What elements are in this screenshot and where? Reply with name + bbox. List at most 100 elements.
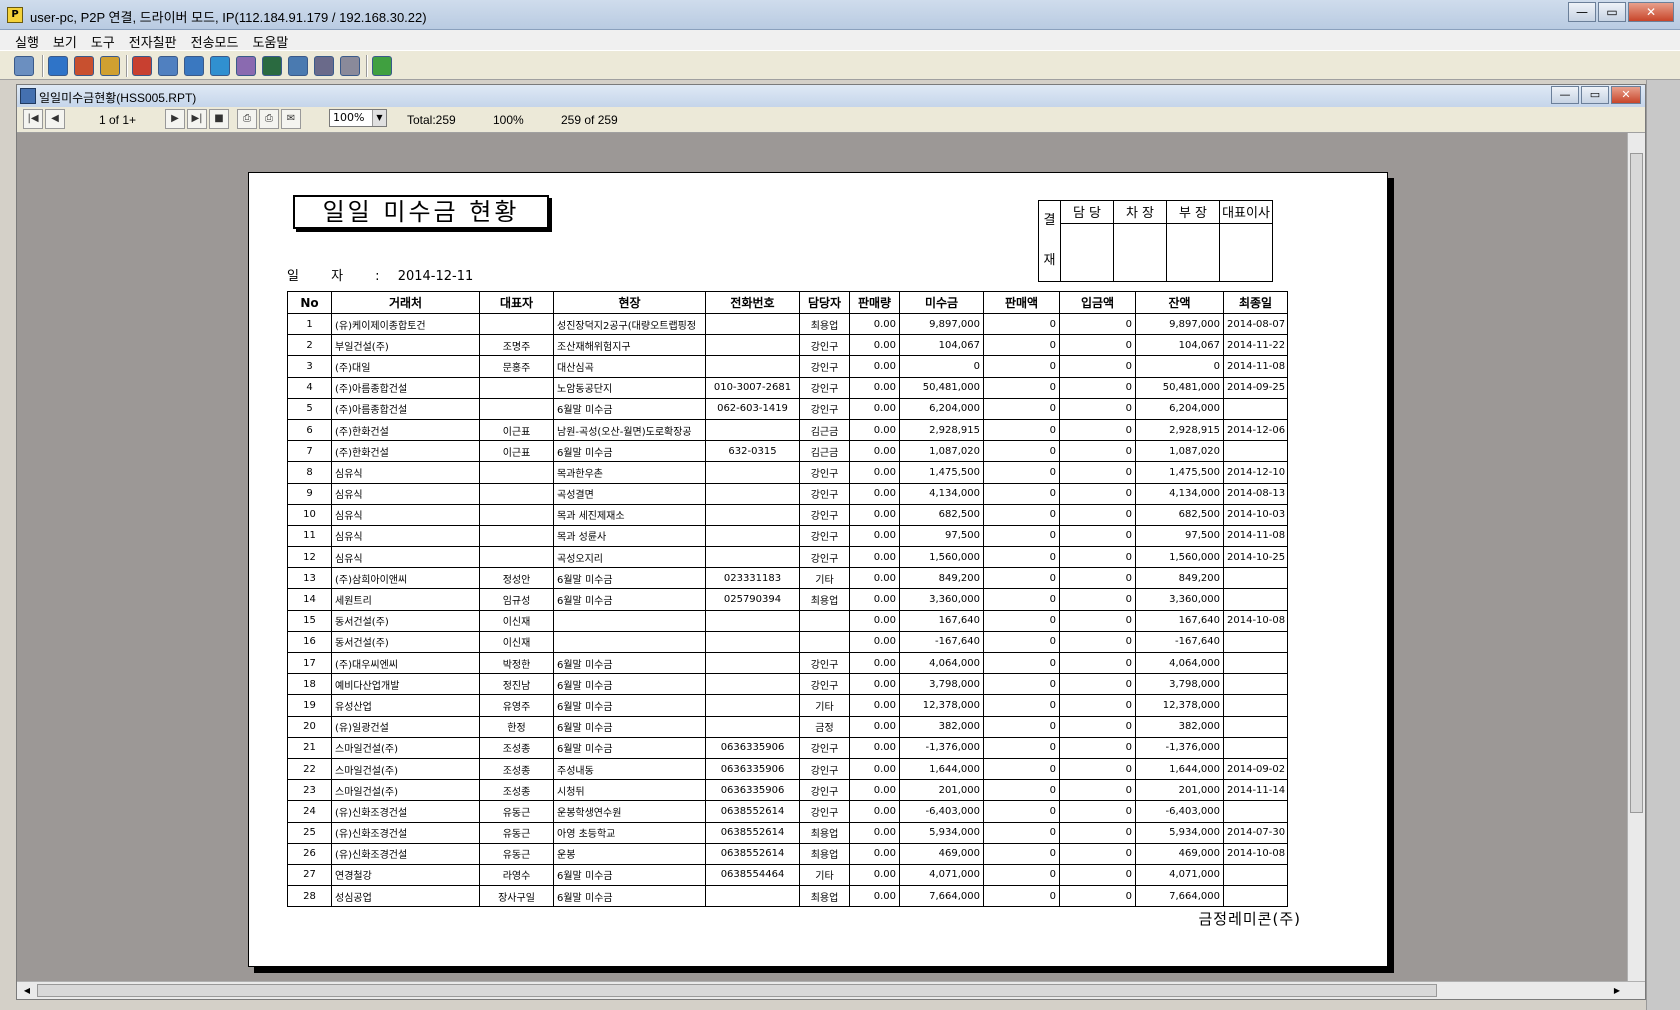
child-close-button[interactable]: ✕ — [1611, 86, 1641, 104]
table-cell: 0 — [1059, 736, 1136, 759]
table-cell: 유동근 — [479, 821, 554, 844]
column-header: 판매액 — [983, 291, 1060, 314]
menu-item-tools[interactable]: 도구 — [84, 30, 122, 51]
table-cell: 이근표 — [479, 440, 554, 463]
table-cell: 20 — [287, 715, 332, 738]
globe-icon[interactable] — [210, 56, 230, 76]
menu-item-help[interactable]: 도움말 — [245, 30, 295, 51]
table-cell: 2014-11-08 — [1223, 524, 1288, 548]
table-cell: (주)아름종합건설 — [331, 376, 480, 399]
first-page-icon[interactable]: |◀ — [23, 109, 43, 129]
table-cell: 2 — [287, 334, 332, 357]
table-cell: 정진남 — [479, 673, 554, 696]
table-cell: 조성종 — [479, 757, 554, 781]
table-cell: 2014-10-08 — [1223, 842, 1288, 865]
table-cell: 0.00 — [849, 524, 900, 548]
table-cell — [1223, 630, 1288, 654]
table-cell: 심유식 — [331, 503, 480, 526]
chart-icon[interactable] — [132, 56, 152, 76]
table-cell: 0 — [1059, 885, 1136, 908]
horizontal-scrollbar[interactable]: ◀ ▶ — [17, 981, 1645, 999]
network-icon[interactable] — [14, 56, 34, 76]
table-cell: 강인구 — [799, 736, 850, 759]
menu-item-whiteboard[interactable]: 전자칠판 — [122, 30, 184, 51]
close-button[interactable]: ✕ — [1628, 2, 1674, 22]
table-cell — [1223, 567, 1288, 590]
menu-item-view[interactable]: 보기 — [46, 30, 84, 51]
presentation-icon[interactable] — [158, 56, 178, 76]
menu-item-run[interactable]: 실행 — [8, 30, 46, 51]
table-cell: 강인구 — [799, 651, 850, 675]
table-cell: 0638552614 — [705, 842, 800, 865]
maximize-button[interactable]: ▭ — [1598, 2, 1626, 22]
total-records: Total:259 — [407, 113, 456, 127]
table-cell: 목과 세진제재소 — [553, 503, 706, 526]
table-cell: 예비다산업개발 — [331, 673, 480, 696]
table-cell: 0 — [1135, 355, 1224, 378]
table-cell: -167,640 — [899, 630, 984, 654]
table-cell: 0638552614 — [705, 821, 800, 844]
scroll-right-icon[interactable]: ▶ — [1609, 984, 1625, 997]
stop-icon[interactable]: ■ — [209, 109, 229, 129]
table-cell: 심유식 — [331, 524, 480, 548]
last-page-icon[interactable]: ▶| — [187, 109, 207, 129]
next-page-icon[interactable]: ▶ — [165, 109, 185, 129]
remote-screen-icon[interactable] — [74, 56, 94, 76]
table-cell: 0636335906 — [705, 736, 800, 759]
table-cell: 0 — [1059, 588, 1136, 611]
settings-icon[interactable] — [288, 56, 308, 76]
chevron-down-icon[interactable]: ▼ — [372, 110, 386, 126]
table-cell: 6,204,000 — [899, 397, 984, 420]
table-cell: 1,475,500 — [899, 461, 984, 484]
user-icon[interactable] — [236, 56, 256, 76]
computers-icon[interactable] — [314, 56, 334, 76]
table-cell: 0 — [983, 461, 1060, 484]
child-restore-button[interactable]: ▭ — [1581, 86, 1609, 104]
horizontal-scroll-thumb[interactable] — [37, 984, 1437, 997]
table-cell: 0 — [983, 694, 1060, 717]
prev-page-icon[interactable]: ◀ — [45, 109, 65, 129]
right-side-panel — [1646, 80, 1680, 1010]
table-cell: 2014-07-30 — [1223, 821, 1288, 844]
table-cell: 운봉학생연수원 — [553, 800, 706, 823]
table-cell: 201,000 — [899, 779, 984, 802]
menu-item-transfer-mode[interactable]: 전송모드 — [184, 30, 246, 51]
folder-icon[interactable] — [100, 56, 120, 76]
vertical-scrollbar[interactable] — [1627, 133, 1645, 983]
table-row: 24 (유)신화조경건설 유동근 운봉학생연수원 0638552614 강인구 0.00 -6… — [287, 800, 1288, 823]
table-cell: 6월말 미수금 — [553, 715, 706, 738]
export-icon[interactable]: ✉ — [281, 109, 301, 129]
table-cell — [705, 630, 800, 654]
zoom-value: 100% — [333, 111, 365, 124]
column-header: No — [287, 291, 332, 314]
table-cell: (주)삼희아이앤씨 — [331, 567, 480, 590]
table-cell: 0 — [983, 312, 1060, 336]
copy-icon[interactable] — [184, 56, 204, 76]
table-cell: 0638552614 — [705, 800, 800, 823]
table-cell: 849,200 — [899, 567, 984, 590]
table-row: 22 스마일건설(주) 조성종 주성내동 0636335906 강인구 0.00 1,644,… — [287, 757, 1288, 781]
column-header: 거래처 — [331, 291, 480, 314]
report-icon — [20, 88, 36, 104]
signal-icon[interactable] — [372, 56, 392, 76]
table-cell: 0 — [1059, 694, 1136, 717]
child-minimize-button[interactable]: — — [1551, 86, 1579, 104]
transfer-icon[interactable] — [340, 56, 360, 76]
table-cell: 4 — [287, 376, 332, 399]
monitor-icon[interactable] — [48, 56, 68, 76]
minimize-button[interactable]: — — [1568, 2, 1596, 22]
table-cell: 스마일건설(주) — [331, 779, 480, 802]
table-cell: 0 — [983, 863, 1060, 887]
table-cell: 2014-12-06 — [1223, 418, 1288, 442]
table-cell: 0 — [983, 779, 1060, 802]
terminal-icon[interactable] — [262, 56, 282, 76]
print-setup-icon[interactable]: ⎙ — [259, 109, 279, 129]
zoom-select[interactable]: 100% ▼ — [329, 109, 387, 127]
table-cell: 강인구 — [799, 673, 850, 696]
table-row: 28 성심공업 장사구일 6월말 미수금 최용업 0.00 7,664,000 0 0 7,664… — [287, 885, 1288, 908]
scroll-left-icon[interactable]: ◀ — [19, 984, 35, 997]
vertical-scroll-thumb[interactable] — [1630, 153, 1643, 813]
table-cell — [1223, 588, 1288, 611]
print-icon[interactable]: ⎙ — [237, 109, 257, 129]
table-cell: -6,403,000 — [899, 800, 984, 823]
